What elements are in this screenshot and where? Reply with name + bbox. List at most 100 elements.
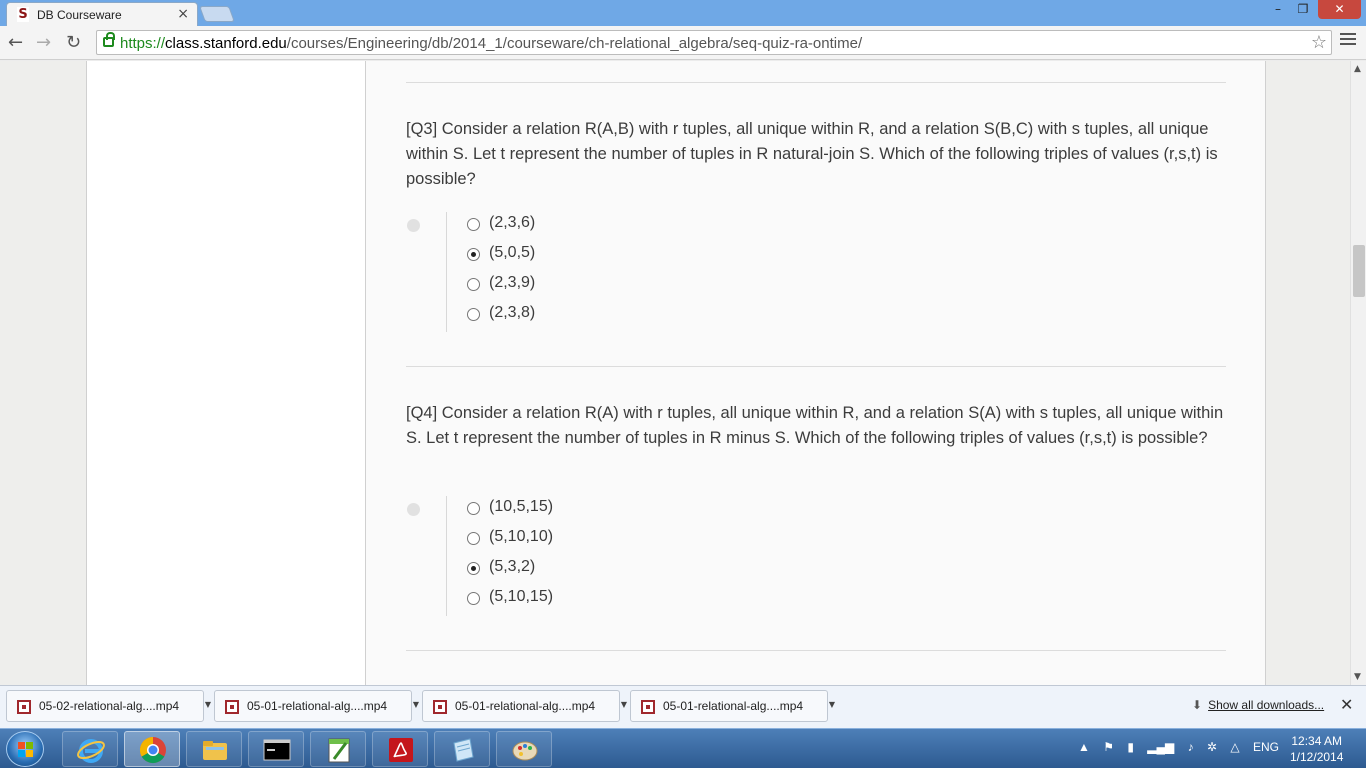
browser-tab[interactable]: S DB Courseware × bbox=[6, 2, 198, 26]
download-item[interactable]: 05-01-relational-alg....mp4 ▼ bbox=[422, 690, 627, 722]
taskbar-paint[interactable] bbox=[496, 731, 552, 767]
scrollbar-thumb[interactable] bbox=[1353, 245, 1365, 297]
close-window-button[interactable]: ✕ bbox=[1318, 0, 1361, 19]
scroll-down-arrow-icon[interactable]: ▼ bbox=[1354, 672, 1361, 682]
radio-button[interactable] bbox=[467, 278, 480, 291]
close-download-bar-icon[interactable]: ✕ bbox=[1340, 695, 1353, 714]
download-menu-arrow-icon[interactable]: ▼ bbox=[203, 691, 213, 723]
action-center-flag-icon[interactable]: ⚑ bbox=[1103, 740, 1114, 754]
command-prompt-icon bbox=[263, 739, 291, 761]
input-language[interactable]: ENG bbox=[1253, 740, 1279, 754]
radio-button[interactable] bbox=[467, 502, 480, 515]
taskbar-command-prompt[interactable] bbox=[248, 731, 304, 767]
download-item[interactable]: 05-01-relational-alg....mp4 ▼ bbox=[214, 690, 419, 722]
url-text[interactable]: https://class.stanford.edu/courses/Engin… bbox=[120, 35, 862, 52]
battery-icon[interactable]: ▮ bbox=[1127, 740, 1134, 754]
download-arrow-icon: ⬇ bbox=[1192, 698, 1203, 712]
download-filename: 05-01-relational-alg....mp4 bbox=[247, 699, 388, 713]
forward-arrow-icon[interactable]: → bbox=[36, 32, 51, 53]
new-tab-button[interactable] bbox=[199, 6, 235, 22]
lock-icon bbox=[103, 32, 115, 47]
choice-label: (5,3,2) bbox=[489, 558, 536, 575]
video-file-icon bbox=[225, 700, 239, 714]
question-q4-text: [Q4] Consider a relation R(A) with r tup… bbox=[406, 404, 1224, 447]
radio-button[interactable] bbox=[467, 308, 480, 321]
taskbar-file-explorer[interactable] bbox=[186, 731, 242, 767]
question-q4-status-icon bbox=[407, 503, 420, 516]
adobe-reader-icon bbox=[389, 738, 413, 762]
question-q3-status-icon bbox=[407, 219, 420, 232]
taskbar-notepad-plus[interactable] bbox=[310, 731, 366, 767]
radio-button[interactable] bbox=[467, 532, 480, 545]
choice-q3-1[interactable]: (5,0,5) bbox=[467, 242, 646, 272]
video-file-icon bbox=[17, 700, 31, 714]
choice-q4-3[interactable]: (5,10,15) bbox=[467, 586, 646, 616]
stanford-favicon-icon: S bbox=[17, 7, 29, 22]
choice-q3-3[interactable]: (2,3,8) bbox=[467, 302, 646, 332]
system-tray: ▲ ⚑ ▮ ▂▄▆ ♪ ✲ △ ENG bbox=[1078, 740, 1289, 754]
download-menu-arrow-icon[interactable]: ▼ bbox=[827, 691, 837, 723]
question-q3-text: [Q3] Consider a relation R(A,B) with r t… bbox=[406, 120, 1218, 188]
choice-q4-1[interactable]: (5,10,10) bbox=[467, 526, 646, 556]
volume-icon[interactable]: ♪ bbox=[1188, 740, 1194, 754]
show-all-downloads-link[interactable]: Show all downloads... bbox=[1208, 698, 1324, 712]
notes-icon bbox=[453, 738, 474, 762]
choice-q3-2[interactable]: (2,3,9) bbox=[467, 272, 646, 302]
download-filename: 05-02-relational-alg....mp4 bbox=[39, 699, 180, 713]
divider bbox=[406, 366, 1226, 367]
choice-label: (5,0,5) bbox=[489, 244, 536, 261]
bookmark-star-icon[interactable]: ☆ bbox=[1311, 32, 1327, 53]
scroll-up-arrow-icon[interactable]: ▲ bbox=[1354, 64, 1361, 74]
download-item[interactable]: 05-01-relational-alg....mp4 ▼ bbox=[630, 690, 835, 722]
reload-icon[interactable]: ↻ bbox=[66, 32, 81, 53]
taskbar-notes-app[interactable] bbox=[434, 731, 490, 767]
radio-button[interactable] bbox=[467, 248, 480, 261]
clock-date: 1/12/2014 bbox=[1290, 750, 1344, 764]
radio-button[interactable] bbox=[467, 562, 480, 575]
choice-label: (2,3,9) bbox=[489, 274, 536, 291]
start-button[interactable] bbox=[6, 731, 44, 767]
choice-q4-0[interactable]: (10,5,15) bbox=[467, 496, 646, 526]
taskbar-internet-explorer[interactable] bbox=[62, 731, 118, 767]
windows-logo-icon bbox=[18, 742, 34, 758]
url-scheme: https:// bbox=[120, 35, 166, 52]
windows-taskbar: ▲ ⚑ ▮ ▂▄▆ ♪ ✲ △ ENG 12:34 AM 1/12/2014 bbox=[0, 728, 1366, 768]
chrome-icon bbox=[139, 736, 166, 764]
network-signal-icon[interactable]: ▂▄▆ bbox=[1147, 740, 1174, 754]
browser-titlebar: S DB Courseware × – ❐ ✕ bbox=[0, 0, 1366, 26]
choice-q3-0[interactable]: (2,3,6) bbox=[467, 212, 646, 242]
download-filename: 05-01-relational-alg....mp4 bbox=[663, 699, 804, 713]
taskbar-chrome[interactable] bbox=[124, 731, 180, 767]
video-file-icon bbox=[433, 700, 447, 714]
minimize-button[interactable]: – bbox=[1266, 0, 1290, 19]
clock-time: 12:34 AM bbox=[1291, 734, 1343, 748]
show-hidden-icons-icon[interactable]: ▲ bbox=[1078, 740, 1090, 754]
download-menu-arrow-icon[interactable]: ▼ bbox=[619, 691, 629, 723]
quiz-content: [Q3] Consider a relation R(A,B) with r t… bbox=[366, 61, 1266, 685]
browser-toolbar: ← → ↻ https://class.stanford.edu/courses… bbox=[0, 26, 1366, 60]
page-scrollbar[interactable]: ▲ ▼ bbox=[1350, 61, 1366, 685]
download-item[interactable]: 05-02-relational-alg....mp4 ▼ bbox=[6, 690, 211, 722]
divider bbox=[406, 82, 1226, 83]
question-q3-choices: (2,3,6) (5,0,5) (2,3,9) (2,3,8) bbox=[446, 212, 646, 332]
choice-label: (5,10,10) bbox=[489, 528, 554, 545]
internet-explorer-icon bbox=[77, 739, 105, 763]
system-clock[interactable]: 12:34 AM 1/12/2014 bbox=[1290, 733, 1343, 765]
download-filename: 05-01-relational-alg....mp4 bbox=[455, 699, 596, 713]
url-host: class.stanford.edu bbox=[165, 35, 287, 52]
choice-label: (2,3,6) bbox=[489, 214, 536, 231]
taskbar-adobe-reader[interactable] bbox=[372, 731, 428, 767]
address-bar[interactable]: https://class.stanford.edu/courses/Engin… bbox=[96, 30, 1332, 55]
download-menu-arrow-icon[interactable]: ▼ bbox=[411, 691, 421, 723]
tab-close-icon[interactable]: × bbox=[177, 6, 189, 22]
restore-button[interactable]: ❐ bbox=[1290, 0, 1316, 19]
dropbox-icon[interactable]: ✲ bbox=[1207, 740, 1217, 754]
chrome-menu-icon[interactable] bbox=[1340, 33, 1356, 48]
back-arrow-icon[interactable]: ← bbox=[8, 32, 23, 53]
radio-button[interactable] bbox=[467, 592, 480, 605]
choice-q4-2[interactable]: (5,3,2) bbox=[467, 556, 646, 586]
video-file-icon bbox=[641, 700, 655, 714]
google-drive-icon[interactable]: △ bbox=[1230, 740, 1239, 754]
radio-button[interactable] bbox=[467, 218, 480, 231]
show-all-downloads[interactable]: ⬇ Show all downloads... bbox=[1192, 698, 1324, 712]
